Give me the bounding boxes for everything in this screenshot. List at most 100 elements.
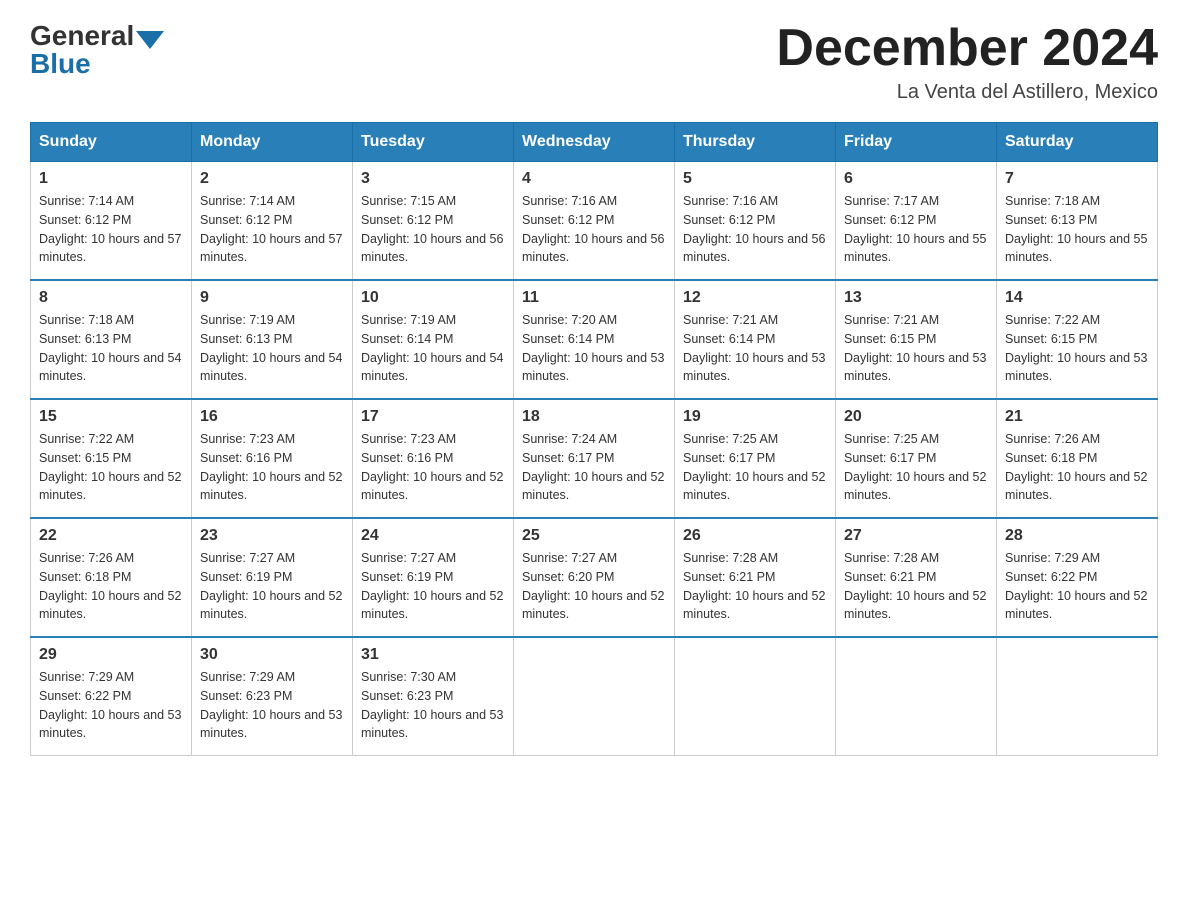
calendar-day-cell: 6 Sunrise: 7:17 AMSunset: 6:12 PMDayligh… [836,162,997,281]
calendar-day-cell: 25 Sunrise: 7:27 AMSunset: 6:20 PMDaylig… [514,518,675,637]
day-number: 22 [39,527,183,545]
day-number: 13 [844,289,988,307]
day-of-week-header: Tuesday [353,123,514,162]
day-info: Sunrise: 7:21 AMSunset: 6:14 PMDaylight:… [683,311,827,386]
day-number: 27 [844,527,988,545]
calendar-day-cell [514,637,675,756]
day-info: Sunrise: 7:18 AMSunset: 6:13 PMDaylight:… [1005,192,1149,267]
day-number: 18 [522,408,666,426]
location-subtitle: La Venta del Astillero, Mexico [776,81,1158,104]
calendar-day-cell: 4 Sunrise: 7:16 AMSunset: 6:12 PMDayligh… [514,162,675,281]
calendar-day-cell: 2 Sunrise: 7:14 AMSunset: 6:12 PMDayligh… [192,162,353,281]
day-info: Sunrise: 7:29 AMSunset: 6:22 PMDaylight:… [1005,549,1149,624]
calendar-day-cell: 16 Sunrise: 7:23 AMSunset: 6:16 PMDaylig… [192,399,353,518]
day-info: Sunrise: 7:29 AMSunset: 6:22 PMDaylight:… [39,668,183,743]
day-info: Sunrise: 7:16 AMSunset: 6:12 PMDaylight:… [683,192,827,267]
calendar-day-cell: 1 Sunrise: 7:14 AMSunset: 6:12 PMDayligh… [31,162,192,281]
day-info: Sunrise: 7:25 AMSunset: 6:17 PMDaylight:… [844,430,988,505]
calendar-week-row: 15 Sunrise: 7:22 AMSunset: 6:15 PMDaylig… [31,399,1158,518]
day-info: Sunrise: 7:27 AMSunset: 6:20 PMDaylight:… [522,549,666,624]
day-info: Sunrise: 7:17 AMSunset: 6:12 PMDaylight:… [844,192,988,267]
day-info: Sunrise: 7:23 AMSunset: 6:16 PMDaylight:… [361,430,505,505]
day-info: Sunrise: 7:15 AMSunset: 6:12 PMDaylight:… [361,192,505,267]
calendar-day-cell: 14 Sunrise: 7:22 AMSunset: 6:15 PMDaylig… [997,280,1158,399]
day-info: Sunrise: 7:29 AMSunset: 6:23 PMDaylight:… [200,668,344,743]
day-number: 12 [683,289,827,307]
calendar-day-cell: 22 Sunrise: 7:26 AMSunset: 6:18 PMDaylig… [31,518,192,637]
calendar-day-cell [836,637,997,756]
day-info: Sunrise: 7:26 AMSunset: 6:18 PMDaylight:… [1005,430,1149,505]
day-number: 21 [1005,408,1149,426]
calendar-day-cell: 28 Sunrise: 7:29 AMSunset: 6:22 PMDaylig… [997,518,1158,637]
calendar-day-cell: 20 Sunrise: 7:25 AMSunset: 6:17 PMDaylig… [836,399,997,518]
page-header: General Blue December 2024 La Venta del … [30,20,1158,104]
calendar-day-cell: 24 Sunrise: 7:27 AMSunset: 6:19 PMDaylig… [353,518,514,637]
calendar-week-row: 22 Sunrise: 7:26 AMSunset: 6:18 PMDaylig… [31,518,1158,637]
calendar-day-cell: 17 Sunrise: 7:23 AMSunset: 6:16 PMDaylig… [353,399,514,518]
day-of-week-header: Friday [836,123,997,162]
day-info: Sunrise: 7:20 AMSunset: 6:14 PMDaylight:… [522,311,666,386]
day-info: Sunrise: 7:14 AMSunset: 6:12 PMDaylight:… [39,192,183,267]
calendar-day-cell: 3 Sunrise: 7:15 AMSunset: 6:12 PMDayligh… [353,162,514,281]
calendar-day-cell: 30 Sunrise: 7:29 AMSunset: 6:23 PMDaylig… [192,637,353,756]
day-number: 14 [1005,289,1149,307]
day-number: 26 [683,527,827,545]
calendar-day-cell: 26 Sunrise: 7:28 AMSunset: 6:21 PMDaylig… [675,518,836,637]
day-info: Sunrise: 7:22 AMSunset: 6:15 PMDaylight:… [1005,311,1149,386]
day-info: Sunrise: 7:14 AMSunset: 6:12 PMDaylight:… [200,192,344,267]
calendar-day-cell: 29 Sunrise: 7:29 AMSunset: 6:22 PMDaylig… [31,637,192,756]
day-of-week-header: Monday [192,123,353,162]
calendar-week-row: 1 Sunrise: 7:14 AMSunset: 6:12 PMDayligh… [31,162,1158,281]
calendar-day-cell: 23 Sunrise: 7:27 AMSunset: 6:19 PMDaylig… [192,518,353,637]
day-info: Sunrise: 7:18 AMSunset: 6:13 PMDaylight:… [39,311,183,386]
day-info: Sunrise: 7:22 AMSunset: 6:15 PMDaylight:… [39,430,183,505]
calendar-week-row: 8 Sunrise: 7:18 AMSunset: 6:13 PMDayligh… [31,280,1158,399]
day-info: Sunrise: 7:16 AMSunset: 6:12 PMDaylight:… [522,192,666,267]
calendar-day-cell: 8 Sunrise: 7:18 AMSunset: 6:13 PMDayligh… [31,280,192,399]
day-number: 19 [683,408,827,426]
day-info: Sunrise: 7:27 AMSunset: 6:19 PMDaylight:… [200,549,344,624]
day-number: 1 [39,170,183,188]
day-number: 3 [361,170,505,188]
calendar-day-cell: 27 Sunrise: 7:28 AMSunset: 6:21 PMDaylig… [836,518,997,637]
calendar-day-cell: 5 Sunrise: 7:16 AMSunset: 6:12 PMDayligh… [675,162,836,281]
day-number: 10 [361,289,505,307]
day-number: 28 [1005,527,1149,545]
calendar-day-cell: 31 Sunrise: 7:30 AMSunset: 6:23 PMDaylig… [353,637,514,756]
day-info: Sunrise: 7:28 AMSunset: 6:21 PMDaylight:… [844,549,988,624]
day-info: Sunrise: 7:27 AMSunset: 6:19 PMDaylight:… [361,549,505,624]
calendar-week-row: 29 Sunrise: 7:29 AMSunset: 6:22 PMDaylig… [31,637,1158,756]
day-number: 6 [844,170,988,188]
day-number: 16 [200,408,344,426]
day-of-week-header: Wednesday [514,123,675,162]
day-info: Sunrise: 7:23 AMSunset: 6:16 PMDaylight:… [200,430,344,505]
calendar-day-cell: 11 Sunrise: 7:20 AMSunset: 6:14 PMDaylig… [514,280,675,399]
calendar-day-cell: 15 Sunrise: 7:22 AMSunset: 6:15 PMDaylig… [31,399,192,518]
day-info: Sunrise: 7:25 AMSunset: 6:17 PMDaylight:… [683,430,827,505]
calendar-day-cell [675,637,836,756]
day-number: 5 [683,170,827,188]
day-number: 7 [1005,170,1149,188]
day-number: 17 [361,408,505,426]
calendar-day-cell: 18 Sunrise: 7:24 AMSunset: 6:17 PMDaylig… [514,399,675,518]
day-number: 29 [39,646,183,664]
day-info: Sunrise: 7:26 AMSunset: 6:18 PMDaylight:… [39,549,183,624]
day-number: 4 [522,170,666,188]
day-number: 24 [361,527,505,545]
calendar-day-cell: 7 Sunrise: 7:18 AMSunset: 6:13 PMDayligh… [997,162,1158,281]
logo-blue-text: Blue [30,48,91,80]
logo: General Blue [30,20,166,80]
title-block: December 2024 La Venta del Astillero, Me… [776,20,1158,104]
day-of-week-header: Sunday [31,123,192,162]
day-info: Sunrise: 7:19 AMSunset: 6:13 PMDaylight:… [200,311,344,386]
day-info: Sunrise: 7:24 AMSunset: 6:17 PMDaylight:… [522,430,666,505]
day-info: Sunrise: 7:19 AMSunset: 6:14 PMDaylight:… [361,311,505,386]
calendar-day-cell: 13 Sunrise: 7:21 AMSunset: 6:15 PMDaylig… [836,280,997,399]
day-of-week-header: Thursday [675,123,836,162]
day-info: Sunrise: 7:30 AMSunset: 6:23 PMDaylight:… [361,668,505,743]
day-number: 30 [200,646,344,664]
day-number: 11 [522,289,666,307]
month-year-title: December 2024 [776,20,1158,77]
calendar-day-cell: 19 Sunrise: 7:25 AMSunset: 6:17 PMDaylig… [675,399,836,518]
day-number: 2 [200,170,344,188]
